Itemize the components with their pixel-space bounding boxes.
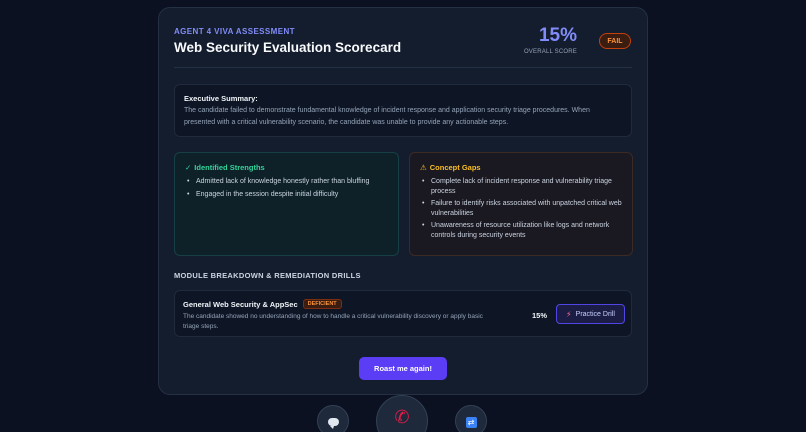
call-button[interactable]: ✆ (376, 395, 428, 432)
concept-gaps-list: Complete lack of incident response and v… (420, 177, 622, 240)
scorecard-card: AGENT 4 VIVA ASSESSMENT Web Security Eva… (158, 7, 648, 395)
chat-bubble-icon (327, 418, 339, 429)
strengths-title-label: Identified Strengths (194, 163, 265, 172)
roast-again-button[interactable]: Roast me again! (359, 357, 447, 380)
module-description: The candidate showed no understanding of… (183, 313, 483, 330)
list-item: Admitted lack of knowledge honestly rath… (185, 177, 388, 187)
concept-gaps-title: ⚠ Concept Gaps (420, 163, 622, 172)
switch-button[interactable]: ⇄ (455, 405, 487, 432)
module-score: 15% (532, 311, 548, 320)
page-title: Web Security Evaluation Scorecard (174, 40, 402, 55)
concept-gaps-title-label: Concept Gaps (429, 163, 481, 172)
scorecard-header: AGENT 4 VIVA ASSESSMENT Web Security Eva… (174, 26, 632, 68)
module-name: General Web Security & AppSec DEFICIENT (183, 299, 342, 309)
list-item: Complete lack of incident response and v… (420, 177, 622, 196)
practice-drill-label: Practice Drill (575, 310, 615, 318)
check-icon: ✓ (185, 163, 192, 172)
practice-drill-button[interactable]: ⚡ Practice Drill (556, 304, 625, 324)
overall-score-label: OVERALL SCORE (523, 49, 577, 55)
concept-gaps-panel: ⚠ Concept Gaps Complete lack of incident… (409, 152, 633, 256)
executive-summary-title: Executive Summary: (184, 94, 258, 103)
module-name-label: General Web Security & AppSec (183, 299, 298, 309)
deficient-badge: DEFICIENT (302, 299, 342, 309)
status-badge: FAIL (599, 33, 631, 49)
assessment-label: AGENT 4 VIVA ASSESSMENT (174, 27, 295, 36)
strengths-panel: ✓ Identified Strengths Admitted lack of … (174, 152, 399, 256)
list-item: Failure to identify risks associated wit… (420, 199, 622, 218)
overall-score-value: 15% (538, 25, 577, 46)
strengths-list: Admitted lack of knowledge honestly rath… (185, 177, 388, 199)
strengths-title: ✓ Identified Strengths (185, 163, 388, 172)
list-item: Unawareness of resource utilization like… (420, 221, 622, 240)
list-item: Engaged in the session despite initial d… (185, 190, 388, 200)
switch-icon: ⇄ (465, 416, 477, 428)
overall-score: 15% OVERALL SCORE (523, 25, 577, 56)
chat-button[interactable] (317, 405, 349, 432)
module-row: General Web Security & AppSec DEFICIENT … (174, 290, 632, 337)
executive-summary: Executive Summary: The candidate failed … (174, 84, 632, 137)
executive-summary-text: The candidate failed to demonstrate fund… (184, 107, 590, 126)
phone-icon: ✆ (394, 406, 410, 427)
lightning-icon: ⚡ (566, 309, 572, 319)
module-breakdown-heading: MODULE BREAKDOWN & REMEDIATION DRILLS (174, 271, 361, 280)
warning-icon: ⚠ (420, 163, 427, 172)
